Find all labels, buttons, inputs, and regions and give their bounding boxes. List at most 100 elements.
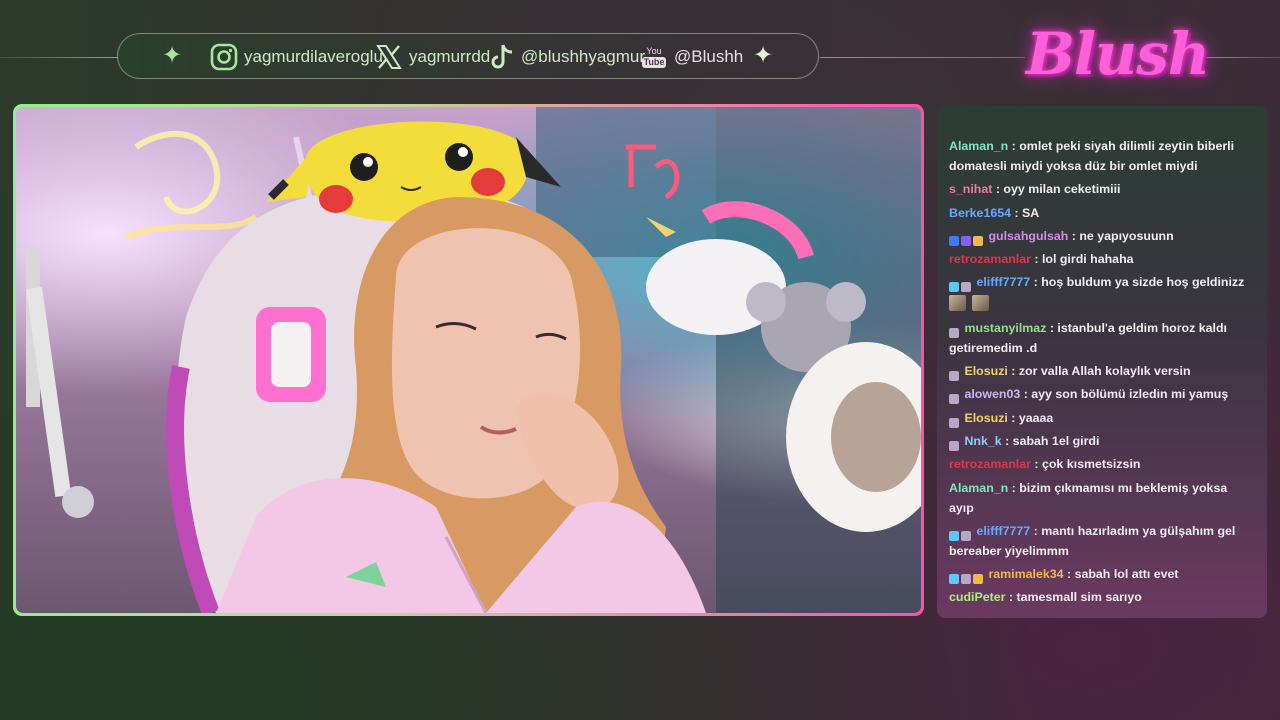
webcam-frame	[13, 104, 924, 616]
chat-message: sub alowen03 : ayy son bölümü izledin mi…	[949, 384, 1255, 405]
chat-message: sub Elosuzi : yaaaa	[949, 408, 1255, 428]
chat-text: yaaaa	[1018, 410, 1054, 425]
chat-message: sub Nnk_k : sabah 1el girdi	[949, 431, 1255, 451]
badge-gold-icon[interactable]: gold	[973, 574, 983, 585]
badge-sub-icon[interactable]: sub	[961, 530, 971, 541]
chat-separator: :	[1001, 433, 1013, 448]
badge-sub-icon[interactable]: sub	[949, 417, 959, 428]
divider-line-far-right	[1200, 57, 1280, 58]
chat-separator: :	[1063, 567, 1075, 582]
chat-separator: :	[1030, 275, 1042, 290]
social-tiktok: @blushhyagmur	[491, 43, 645, 71]
brand-logo: Blush	[1026, 20, 1210, 88]
social-youtube: You Tube @Blushh	[640, 43, 743, 71]
chat-separator: :	[1005, 590, 1017, 605]
chat-message: sub mustanyilmaz : istanbul'a geldim hor…	[949, 318, 1255, 358]
chat-username[interactable]: ramimalek34	[988, 567, 1063, 581]
tiktok-handle: @blushhyagmur	[521, 47, 646, 66]
chat-text: tamesmall sim sarıyo	[1016, 590, 1142, 605]
badge-sub-icon[interactable]: sub	[961, 574, 971, 585]
badge-drop-icon[interactable]: drop	[949, 530, 959, 541]
chat-username[interactable]: elifff7777	[976, 275, 1030, 289]
badge-sub-icon[interactable]: sub	[949, 327, 959, 338]
chat-message: Alaman_n : omlet peki siyah dilimli zeyt…	[949, 136, 1255, 176]
chat-username[interactable]: retrozamanlar	[949, 457, 1031, 471]
webcam-video	[16, 107, 921, 613]
instagram-icon	[210, 43, 238, 71]
chat-message: dropsubgold ramimalek34 : sabah lol attı…	[949, 564, 1255, 585]
chat-text: zor valla Allah kolaylık versin	[1018, 364, 1191, 379]
chat-username[interactable]: cudiPeter	[949, 590, 1005, 604]
chat-separator: :	[1008, 480, 1020, 495]
x-twitter-icon	[375, 43, 403, 71]
chat-text: SA	[1022, 205, 1040, 220]
badge-sub-icon[interactable]: sub	[949, 371, 959, 382]
chat-username[interactable]: Elosuzi	[964, 364, 1007, 378]
chat-panel: Alaman_n : omlet peki siyah dilimli zeyt…	[937, 106, 1267, 618]
badge-sub-icon[interactable]: sub	[949, 440, 959, 451]
chat-separator: :	[1007, 364, 1019, 379]
sparkle-icon: ✦	[752, 42, 774, 69]
badge-gift-icon[interactable]: gift	[973, 235, 983, 246]
chat-username[interactable]: gulsahgulsah	[988, 229, 1068, 243]
chat-text: oyy milan ceketimiii	[1003, 182, 1121, 197]
chat-text: sabah 1el girdi	[1012, 433, 1100, 448]
chat-separator: :	[1046, 320, 1058, 335]
chat-username[interactable]: Nnk_k	[964, 434, 1001, 448]
chat-message: s_nihat : oyy milan ceketimiii	[949, 179, 1255, 199]
chat-text: hoş buldum ya sizde hoş geldinizz	[1041, 275, 1245, 290]
emote-icon[interactable]	[972, 295, 989, 312]
emote-icon[interactable]	[949, 295, 966, 312]
youtube-icon-text-top: You	[646, 45, 662, 56]
x-handle: yagmurrdd	[409, 47, 491, 66]
chat-username[interactable]: elifff7777	[976, 524, 1030, 538]
badge-sub-icon[interactable]: sub	[949, 394, 959, 405]
chat-message: cudiPeter : tamesmall sim sarıyo	[949, 587, 1255, 607]
instagram-handle: yagmurdilaveroglu	[244, 47, 383, 66]
chat-username[interactable]: Alaman_n	[949, 481, 1008, 495]
chat-text: lol girdi hahaha	[1041, 252, 1134, 267]
badge-hype-icon[interactable]: hype	[961, 235, 971, 246]
chat-text: çok kısmetsizsin	[1041, 457, 1141, 472]
chat-separator: :	[1030, 252, 1042, 267]
chat-separator: :	[1008, 139, 1020, 153]
sparkle-icon: ✦	[161, 42, 183, 69]
chat-username[interactable]: s_nihat	[949, 182, 992, 196]
chat-message: retrozamanlar : çok kısmetsizsin	[949, 454, 1255, 474]
chat-username[interactable]: retrozamanlar	[949, 252, 1031, 266]
chat-text: sabah lol attı evet	[1074, 567, 1179, 582]
chat-separator: :	[992, 182, 1004, 197]
chat-separator: :	[1011, 205, 1023, 220]
divider-line-left	[0, 57, 118, 58]
youtube-icon: You Tube	[640, 45, 668, 68]
badge-drop-icon[interactable]: drop	[949, 574, 959, 585]
badge-sub-icon[interactable]: sub	[961, 282, 971, 293]
chat-emote-row	[949, 294, 1255, 314]
chat-separator: :	[1007, 410, 1019, 425]
chat-message: primehypegift gulsahgulsah : ne yapıyosu…	[949, 226, 1255, 246]
chat-message: retrozamanlar : lol girdi hahaha	[949, 249, 1255, 269]
tiktok-icon	[491, 43, 515, 71]
chat-username[interactable]: Alaman_n	[949, 139, 1008, 153]
youtube-handle: @Blushh	[674, 47, 744, 66]
chat-separator: :	[1020, 387, 1032, 402]
youtube-icon-text-bottom: Tube	[641, 56, 667, 68]
chat-message: Berke1654 : SA	[949, 203, 1255, 223]
chat-text: ne yapıyosuunn	[1079, 228, 1174, 243]
social-instagram: yagmurdilaveroglu	[210, 43, 383, 71]
chat-username[interactable]: Elosuzi	[964, 411, 1007, 425]
chat-message: sub Elosuzi : zor valla Allah kolaylık v…	[949, 361, 1255, 382]
chat-message: dropsub elifff7777 : mantı hazırladım ya…	[949, 521, 1255, 561]
chat-username[interactable]: mustanyilmaz	[964, 321, 1046, 335]
social-media-bar: ✦ yagmurdilaveroglu yagmurrdd @blushhyag…	[117, 33, 819, 79]
chat-message: dropsub elifff7777 : hoş buldum ya sizde…	[949, 272, 1255, 314]
divider-line-right	[820, 57, 1025, 58]
badge-drop-icon[interactable]: drop	[949, 282, 959, 293]
webcam-scene	[26, 107, 921, 613]
chat-separator: :	[1030, 457, 1042, 472]
chat-separator: :	[1030, 523, 1042, 538]
badge-prime-icon[interactable]: prime	[949, 235, 959, 246]
chat-message: Alaman_n : bizim çıkmamısı mı beklemiş y…	[949, 478, 1255, 518]
chat-username[interactable]: Berke1654	[949, 206, 1011, 220]
chat-username[interactable]: alowen03	[964, 387, 1020, 401]
